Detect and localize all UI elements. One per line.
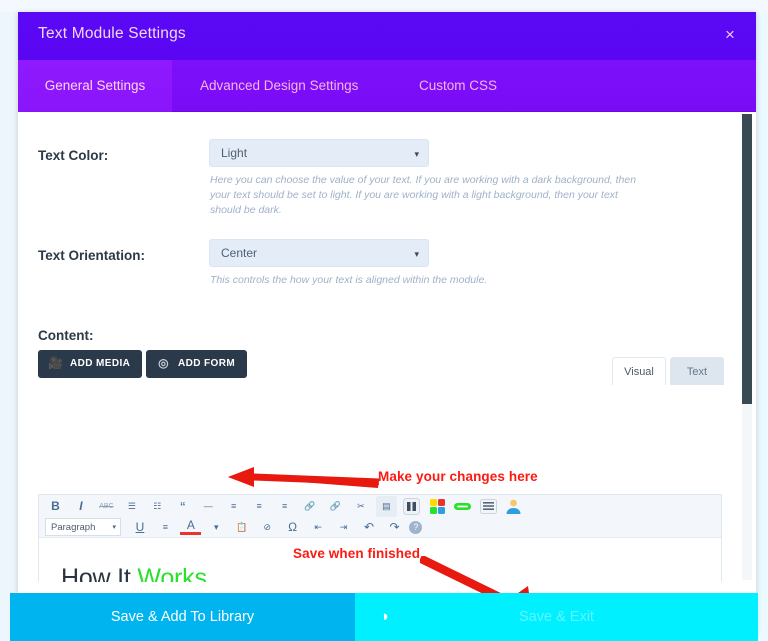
text-color-caret-icon[interactable]: ▾ bbox=[206, 517, 227, 538]
save-and-exit-button[interactable]: ◑ Save & Exit bbox=[355, 593, 758, 641]
link-icon[interactable]: 🔗 bbox=[300, 496, 321, 517]
screen: Text Module Settings × General Settings … bbox=[0, 0, 768, 641]
editor-heading-part2: Works bbox=[137, 564, 207, 582]
outdent-icon[interactable]: ⇤ bbox=[308, 517, 329, 538]
modal-footer: Save & Add To Library ◑ Save & Exit bbox=[0, 593, 768, 641]
italic-icon[interactable]: I bbox=[70, 496, 91, 517]
chevron-down-icon: ▾ bbox=[112, 524, 116, 531]
text-orientation-help: This controls the how your text is align… bbox=[210, 274, 488, 286]
keyboard-shortcuts-icon[interactable]: ? bbox=[409, 521, 423, 534]
close-icon[interactable]: × bbox=[716, 21, 744, 49]
more-tag-icon[interactable]: ✂ bbox=[350, 496, 371, 517]
ordered-list-icon[interactable]: ☷ bbox=[147, 496, 168, 517]
tab-advanced-design-settings[interactable]: Advanced Design Settings bbox=[184, 60, 374, 112]
text-color-help: Here you can choose the value of your te… bbox=[210, 174, 637, 216]
modal-body: Text Color: Light ▾ Here you can choose … bbox=[18, 112, 756, 582]
paragraph-format-value: Paragraph bbox=[51, 522, 96, 533]
text-module-settings-modal: Text Module Settings × General Settings … bbox=[18, 12, 756, 634]
chevron-down-icon: ▾ bbox=[414, 149, 419, 159]
chevron-down-icon: ▾ bbox=[414, 249, 419, 259]
tab-general-settings[interactable]: General Settings bbox=[18, 60, 172, 112]
paste-as-text-icon[interactable]: 📋 bbox=[231, 517, 252, 538]
modal-header: Text Module Settings × bbox=[18, 12, 756, 60]
text-orientation-label: Text Orientation: bbox=[38, 248, 146, 263]
underline-icon[interactable]: U bbox=[129, 517, 150, 538]
page-backdrop-right bbox=[756, 0, 768, 641]
modal-title: Text Module Settings bbox=[38, 25, 186, 42]
save-and-exit-label: Save & Exit bbox=[519, 609, 594, 625]
editor-tab-visual[interactable]: Visual bbox=[612, 357, 666, 385]
strikethrough-icon[interactable]: ABC bbox=[96, 496, 117, 517]
save-and-add-to-library-button[interactable]: Save & Add To Library bbox=[10, 593, 355, 641]
align-right-icon[interactable]: ≡ bbox=[274, 496, 295, 517]
text-color-value: Light bbox=[221, 146, 248, 160]
text-color-label: Text Color: bbox=[38, 148, 109, 163]
divi-modules-icon[interactable] bbox=[427, 496, 448, 517]
form-icon: ◎ bbox=[158, 356, 169, 370]
editor-toolbar-row-1: B I ABC ☰ ☷ “ — ≡ ≡ ≡ 🔗 🔗 ✂ ▤ bbox=[45, 496, 524, 517]
align-center-icon[interactable]: ≡ bbox=[249, 496, 270, 517]
undo-icon[interactable]: ↶ bbox=[359, 517, 380, 538]
horizontal-rule-icon[interactable]: — bbox=[198, 496, 219, 517]
distraction-free-icon[interactable]: ▤ bbox=[375, 496, 397, 517]
indent-icon[interactable]: ⇥ bbox=[333, 517, 354, 538]
bold-icon[interactable]: B bbox=[45, 496, 66, 517]
annotation-make-changes: Make your changes here bbox=[378, 469, 538, 484]
tab-custom-css[interactable]: Custom CSS bbox=[403, 60, 513, 112]
divi-button-icon[interactable] bbox=[452, 496, 473, 517]
divi-columns-icon[interactable] bbox=[401, 496, 422, 517]
scrollbar-thumb[interactable] bbox=[742, 114, 752, 404]
text-orientation-select[interactable]: Center ▾ bbox=[209, 239, 429, 267]
editor-tab-text[interactable]: Text bbox=[670, 357, 724, 385]
align-left-icon[interactable]: ≡ bbox=[223, 496, 244, 517]
text-orientation-value: Center bbox=[221, 246, 258, 260]
add-media-label: ADD MEDIA bbox=[70, 358, 131, 369]
add-form-label: ADD FORM bbox=[178, 358, 236, 369]
media-icon: 🎥 bbox=[48, 356, 64, 370]
content-label: Content: bbox=[38, 328, 94, 343]
divi-person-icon[interactable] bbox=[503, 496, 524, 517]
divi-rows-icon[interactable] bbox=[478, 496, 499, 517]
modal-tab-bar: General Settings Advanced Design Setting… bbox=[18, 60, 756, 112]
unordered-list-icon[interactable]: ☰ bbox=[121, 496, 142, 517]
editor-toolbar-row-2: Paragraph ▾ U ≡ A ▾ 📋 ⊘ Ω ⇤ ⇥ ↶ ↷ ? bbox=[45, 517, 423, 538]
content-editor: B I ABC ☰ ☷ “ — ≡ ≡ ≡ 🔗 🔗 ✂ ▤ Paragraph … bbox=[38, 494, 722, 582]
text-color-icon[interactable]: A bbox=[180, 517, 202, 535]
editor-heading-part1: How It bbox=[61, 564, 138, 582]
text-color-select[interactable]: Light ▾ bbox=[209, 139, 429, 167]
add-media-button[interactable]: 🎥 ADD MEDIA bbox=[38, 350, 143, 378]
editor-toolbar: B I ABC ☰ ☷ “ — ≡ ≡ ≡ 🔗 🔗 ✂ ▤ Paragraph … bbox=[39, 495, 721, 538]
page-backdrop-left bbox=[0, 0, 18, 641]
paragraph-format-select[interactable]: Paragraph ▾ bbox=[45, 518, 121, 536]
unlink-icon[interactable]: 🔗 bbox=[325, 496, 346, 517]
add-form-button[interactable]: ◎ ADD FORM bbox=[146, 350, 248, 378]
redo-icon[interactable]: ↷ bbox=[384, 517, 405, 538]
justify-icon[interactable]: ≡ bbox=[155, 517, 176, 538]
editor-heading: How It Works bbox=[61, 564, 207, 582]
page-backdrop-top bbox=[0, 0, 768, 12]
blockquote-icon[interactable]: “ bbox=[172, 496, 193, 517]
clear-formatting-icon[interactable]: ⊘ bbox=[257, 517, 278, 538]
annotation-save-finished: Save when finished bbox=[293, 546, 421, 561]
special-character-icon[interactable]: Ω bbox=[282, 517, 303, 538]
